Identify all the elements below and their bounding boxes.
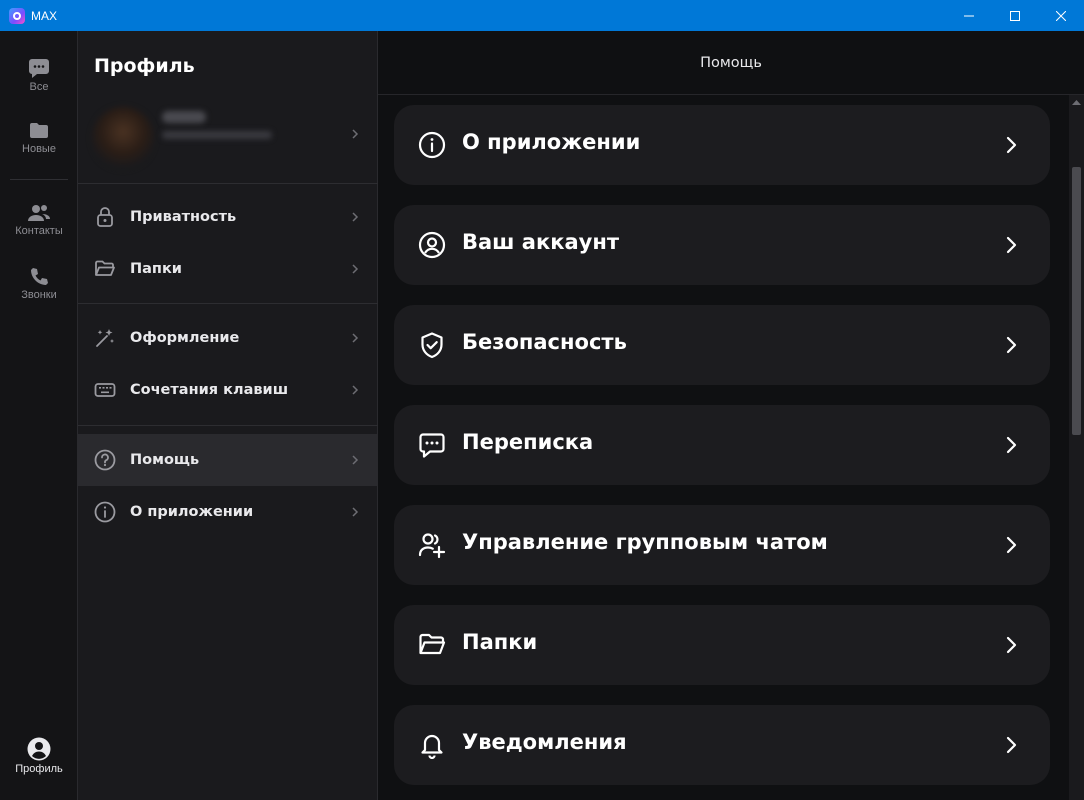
minimize-button[interactable] [946,0,992,31]
chevron-right-icon [1006,736,1017,754]
settings-item-privacy[interactable]: Приватность [78,191,378,243]
profile-card[interactable] [78,97,378,183]
card-label: Управление групповым чатом [462,530,828,554]
chevron-right-icon [352,385,359,395]
keyboard-icon [94,383,116,397]
chat-dots-icon [419,433,445,458]
settings-item-help[interactable]: Помощь [78,434,378,486]
rail-item-label: Звонки [21,289,57,301]
profile-name-blurred [162,111,206,123]
shield-check-icon [421,332,443,359]
window-title: MAX [31,8,58,23]
settings-item-label: Папки [130,261,182,277]
chevron-right-icon [1006,236,1017,254]
divider [78,303,378,304]
chevron-right-icon [1006,636,1017,654]
settings-item-shortcuts[interactable]: Сочетания клавиш [78,364,378,416]
panel-header: Помощь [378,31,1084,95]
avatar [92,107,154,169]
info-icon [418,131,446,159]
folder-icon [30,123,48,138]
profile-icon [27,737,51,761]
folder-open-icon [95,260,115,276]
card-label: О приложении [462,130,641,154]
rail-item-label: Контакты [15,225,63,237]
chevron-right-icon [1006,336,1017,354]
maximize-button[interactable] [992,0,1038,31]
chevron-right-icon [352,129,359,139]
card-label: Переписка [462,430,594,454]
card-label: Ваш аккаунт [462,230,620,254]
help-icon [94,449,116,471]
scrollbar-thumb[interactable] [1072,167,1081,435]
card-label: Папки [462,630,538,654]
panel-title: Помощь [700,54,762,71]
rail-item-profile[interactable]: Профиль [0,737,78,775]
info-icon [94,501,116,523]
account-icon [418,231,446,259]
rail-item-label: Все [29,81,49,93]
nav-rail: Все Новые Контакты Звонки Профиль [0,31,78,800]
chevron-right-icon [352,264,359,274]
help-card-messaging[interactable]: Переписка [394,405,1050,485]
folder-open-icon [419,633,446,655]
profile-subtitle-blurred [162,131,272,139]
divider [78,425,378,426]
settings-item-label: О приложении [130,504,254,520]
help-card-account[interactable]: Ваш аккаунт [394,205,1050,285]
bell-icon [421,734,443,759]
app-logo-icon [9,7,25,24]
settings-item-appearance[interactable]: Оформление [78,312,378,364]
lock-icon [97,207,113,227]
contacts-icon [28,205,50,221]
help-card-folders[interactable]: Папки [394,605,1050,685]
settings-item-label: Сочетания клавиш [130,382,289,398]
chevron-right-icon [1006,436,1017,454]
chevron-right-icon [352,212,359,222]
close-icon [1056,10,1066,21]
settings-item-label: Оформление [130,330,240,346]
window-controls [946,0,1084,31]
title-bar: MAX [0,0,1084,31]
close-button[interactable] [1038,0,1084,31]
scrollbar[interactable] [1069,95,1084,800]
rail-item-new[interactable]: Новые [0,121,78,155]
help-panel: Помощь О приложении Ваш аккаунт Безопасн… [378,31,1084,800]
minimize-icon [964,15,974,16]
settings-item-label: Помощь [130,452,200,468]
rail-item-label: Профиль [15,763,63,775]
settings-item-about[interactable]: О приложении [78,486,378,538]
chevron-right-icon [1006,136,1017,154]
divider [78,183,378,184]
help-card-notifications[interactable]: Уведомления [394,705,1050,785]
scroll-up-arrow-icon[interactable] [1072,99,1081,105]
settings-item-label: Приватность [130,209,237,225]
rail-item-calls[interactable]: Звонки [0,267,78,301]
chevron-right-icon [1006,536,1017,554]
rail-divider [10,179,68,180]
help-card-security[interactable]: Безопасность [394,305,1050,385]
rail-item-all[interactable]: Все [0,57,78,93]
help-card-about[interactable]: О приложении [394,105,1050,185]
card-label: Уведомления [462,730,627,754]
group-add-icon [418,533,446,559]
magic-wand-icon [96,329,114,347]
panel-title: Профиль [94,55,195,77]
chevron-right-icon [352,333,359,343]
settings-panel: Профиль Приватность Папки Оформление Соч… [78,31,378,800]
phone-icon [31,268,48,285]
chevron-right-icon [352,507,359,517]
chat-bubble-icon [29,59,49,78]
rail-item-label: Новые [22,143,56,155]
chevron-right-icon [352,455,359,465]
card-label: Безопасность [462,330,627,354]
help-card-group-chat[interactable]: Управление групповым чатом [394,505,1050,585]
settings-item-folders[interactable]: Папки [78,243,378,295]
rail-item-contacts[interactable]: Контакты [0,203,78,237]
maximize-icon [1010,10,1020,21]
